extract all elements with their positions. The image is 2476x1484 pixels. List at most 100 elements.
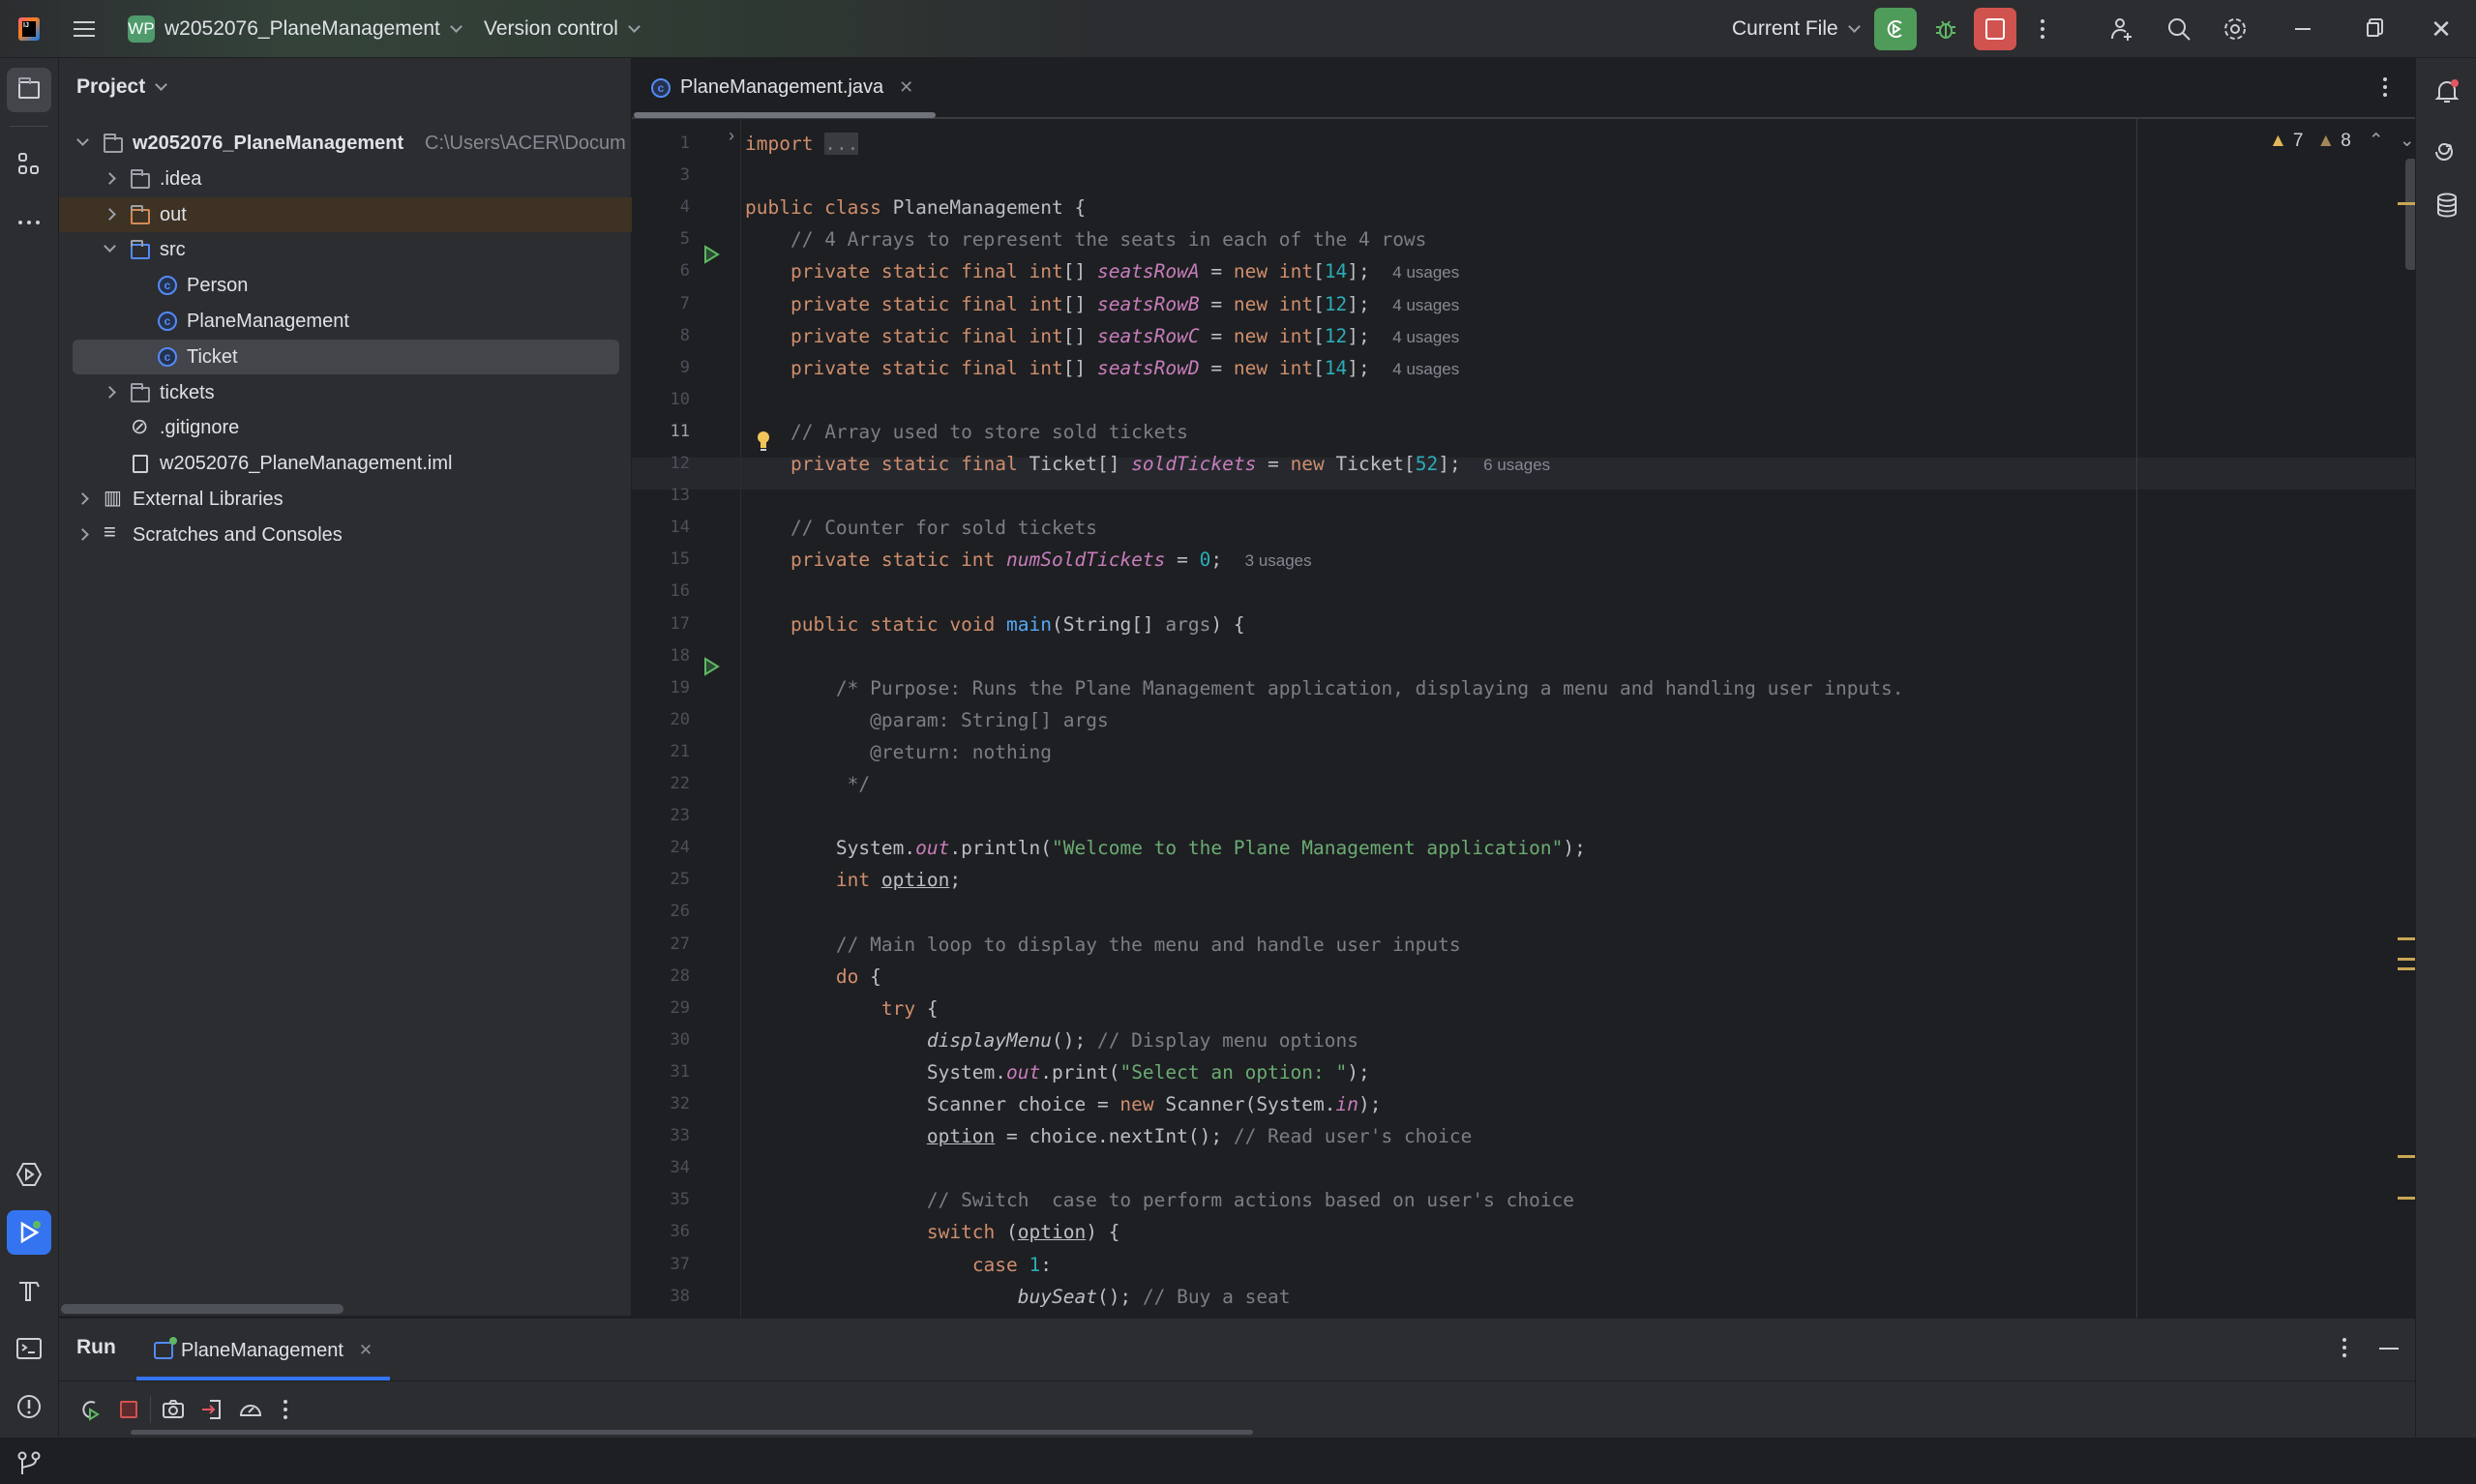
warning-stripe-mark[interactable] [2398, 937, 2417, 940]
rerun-toolbar-button[interactable] [75, 1394, 105, 1425]
tree-item-external-libraries[interactable]: ▥ External Libraries [59, 482, 632, 517]
code-line[interactable]: private static final Ticket[] soldTicket… [745, 448, 1550, 480]
code-line[interactable]: import ... [745, 128, 859, 160]
code-line[interactable]: buySeat(); // Buy a seat [745, 1281, 1291, 1313]
tree-item-tickets[interactable]: tickets [59, 375, 632, 410]
code-line[interactable]: // Switch case to perform actions based … [745, 1184, 1574, 1216]
stop-toolbar-button[interactable] [113, 1394, 144, 1425]
chevron-right-icon[interactable] [104, 207, 116, 221]
hide-panel-button[interactable] [2379, 1348, 2399, 1350]
code-line[interactable]: public static void main(String[] args) { [745, 608, 1245, 640]
tree-item-scratches-and-consoles[interactable]: ≡ Scratches and Consoles [59, 518, 632, 552]
version-control-menu[interactable]: Version control [484, 0, 641, 58]
horizontal-scrollbar[interactable] [61, 1304, 343, 1314]
ai-assistant-button[interactable] [2426, 126, 2468, 168]
tree-item-src[interactable]: src [59, 232, 632, 267]
debug-button[interactable] [1924, 8, 1967, 50]
close-window-button[interactable]: ✕ [2427, 15, 2456, 44]
chevron-right-icon[interactable] [104, 385, 116, 399]
lightbulb-icon[interactable] [756, 430, 771, 457]
code-line[interactable]: try { [745, 993, 939, 1024]
git-tool-button[interactable] [8, 1441, 50, 1484]
run-tool-button[interactable] [7, 1210, 51, 1255]
tree-item-idea[interactable]: .idea [59, 162, 632, 196]
code-line[interactable]: Scanner choice = new Scanner(System.in); [745, 1088, 1382, 1120]
warning-stripe-mark[interactable] [2398, 1197, 2417, 1200]
restore-button[interactable] [2358, 15, 2387, 44]
code-line[interactable]: // Array used to store sold tickets [745, 416, 1188, 448]
more-actions-button[interactable] [2028, 8, 2057, 50]
code-line[interactable]: private static final int[] seatsRowD = n… [745, 352, 1459, 384]
tree-item-person[interactable]: c Person [59, 268, 632, 303]
fold-import-icon[interactable]: › [729, 126, 734, 146]
minimize-button[interactable] [2288, 15, 2317, 44]
structure-tool-button[interactable] [8, 143, 50, 186]
next-highlight-icon[interactable]: ⌄ [2400, 130, 2415, 152]
code-line[interactable]: int option; [745, 864, 961, 896]
terminal-tool-button[interactable] [8, 1327, 50, 1370]
code-line[interactable]: /* Purpose: Runs the Plane Management ap… [745, 672, 1904, 704]
tree-item-gitignore[interactable]: ⊘ .gitignore [59, 410, 632, 445]
run-toolbar-more-button[interactable] [283, 1400, 287, 1419]
previous-highlight-icon[interactable]: ⌃ [2369, 130, 2384, 152]
code-line[interactable]: displayMenu(); // Display menu options [745, 1024, 1358, 1056]
editor-tab-planemanagement[interactable]: c PlaneManagement.java ✕ [651, 58, 913, 117]
code-line[interactable]: System.out.print("Select an option: "); [745, 1056, 1370, 1088]
tree-item-w2052076-planemanagement[interactable]: w2052076_PlaneManagement C:\Users\ACER\Do… [59, 126, 632, 161]
stop-button[interactable] [1974, 8, 2016, 50]
code-line[interactable]: option = choice.nextInt(); // Read user'… [745, 1120, 1473, 1152]
close-tab-icon[interactable]: ✕ [899, 77, 913, 98]
chevron-right-icon[interactable] [104, 171, 116, 185]
tab-options-button[interactable] [2383, 77, 2387, 97]
run-output-scrollbar[interactable] [131, 1430, 1253, 1435]
run-tab-planemanagement[interactable]: PlaneManagement ✕ [136, 1324, 391, 1380]
chevron-right-icon[interactable] [76, 527, 89, 541]
code-line[interactable]: do { [745, 961, 881, 993]
code-line[interactable]: switch (option) { [745, 1216, 1120, 1248]
inspections-widget[interactable]: ▲ 7 ▲ 8 ⌃ ⌄ [2269, 130, 2415, 152]
rerun-button[interactable] [1874, 8, 1917, 50]
run-panel-options-button[interactable] [2342, 1338, 2346, 1357]
database-button[interactable] [2426, 184, 2468, 226]
code-line[interactable]: // Main loop to display the menu and han… [745, 929, 1461, 961]
code-line[interactable]: System.out.println("Welcome to the Plane… [745, 832, 1586, 864]
notifications-button[interactable] [2426, 70, 2468, 112]
project-panel-title[interactable]: Project [76, 75, 168, 99]
code-line[interactable]: public class PlaneManagement { [745, 192, 1086, 223]
problems-tool-button[interactable] [8, 1385, 50, 1428]
settings-button[interactable] [2218, 12, 2252, 46]
main-menu-button[interactable] [70, 15, 99, 44]
code-line[interactable]: private static final int[] seatsRowB = n… [745, 288, 1459, 320]
build-tool-button[interactable] [8, 1269, 50, 1312]
close-run-tab-icon[interactable]: ✕ [359, 1341, 373, 1360]
run-config-selector[interactable]: Current File [1732, 0, 1861, 58]
code-line[interactable]: private static int numSoldTickets = 0; 3… [745, 544, 1312, 576]
add-user-button[interactable] [2104, 12, 2139, 46]
chevron-down-icon[interactable] [76, 134, 89, 146]
code-line[interactable]: // 4 Arrays to represent the seats in ea… [745, 223, 1426, 255]
run-main-gutter-icon[interactable] [701, 657, 721, 681]
code-line[interactable]: // Counter for sold tickets [745, 512, 1097, 544]
exit-button[interactable] [196, 1394, 227, 1425]
warning-stripe-mark[interactable] [2398, 1155, 2417, 1158]
services-tool-button[interactable] [8, 1153, 50, 1196]
more-tools-button[interactable] [8, 201, 50, 244]
warning-stripe-mark[interactable] [2398, 958, 2417, 961]
code-line[interactable]: @return: nothing [745, 736, 1052, 768]
tree-item-out[interactable]: out [59, 196, 632, 232]
chevron-down-icon[interactable] [104, 240, 116, 253]
tree-item-planemanagement[interactable]: c PlaneManagement [59, 304, 632, 339]
search-button[interactable] [2162, 12, 2196, 46]
warning-stripe-mark[interactable] [2398, 967, 2417, 970]
run-class-gutter-icon[interactable] [701, 245, 721, 269]
code-line[interactable]: @param: String[] args [745, 704, 1109, 736]
chevron-right-icon[interactable] [76, 492, 89, 505]
code-line[interactable]: */ [745, 768, 870, 800]
tree-item-ticket[interactable]: c Ticket [73, 339, 619, 374]
screenshot-button[interactable] [158, 1394, 189, 1425]
profiler-button[interactable] [235, 1394, 266, 1425]
tree-item-w2052076-planemanagement-iml[interactable]: w2052076_PlaneManagement.iml [59, 446, 632, 481]
code-line[interactable]: private static final int[] seatsRowC = n… [745, 320, 1459, 352]
project-tool-button[interactable] [7, 68, 51, 112]
code-line[interactable]: case 1: [745, 1249, 1052, 1281]
